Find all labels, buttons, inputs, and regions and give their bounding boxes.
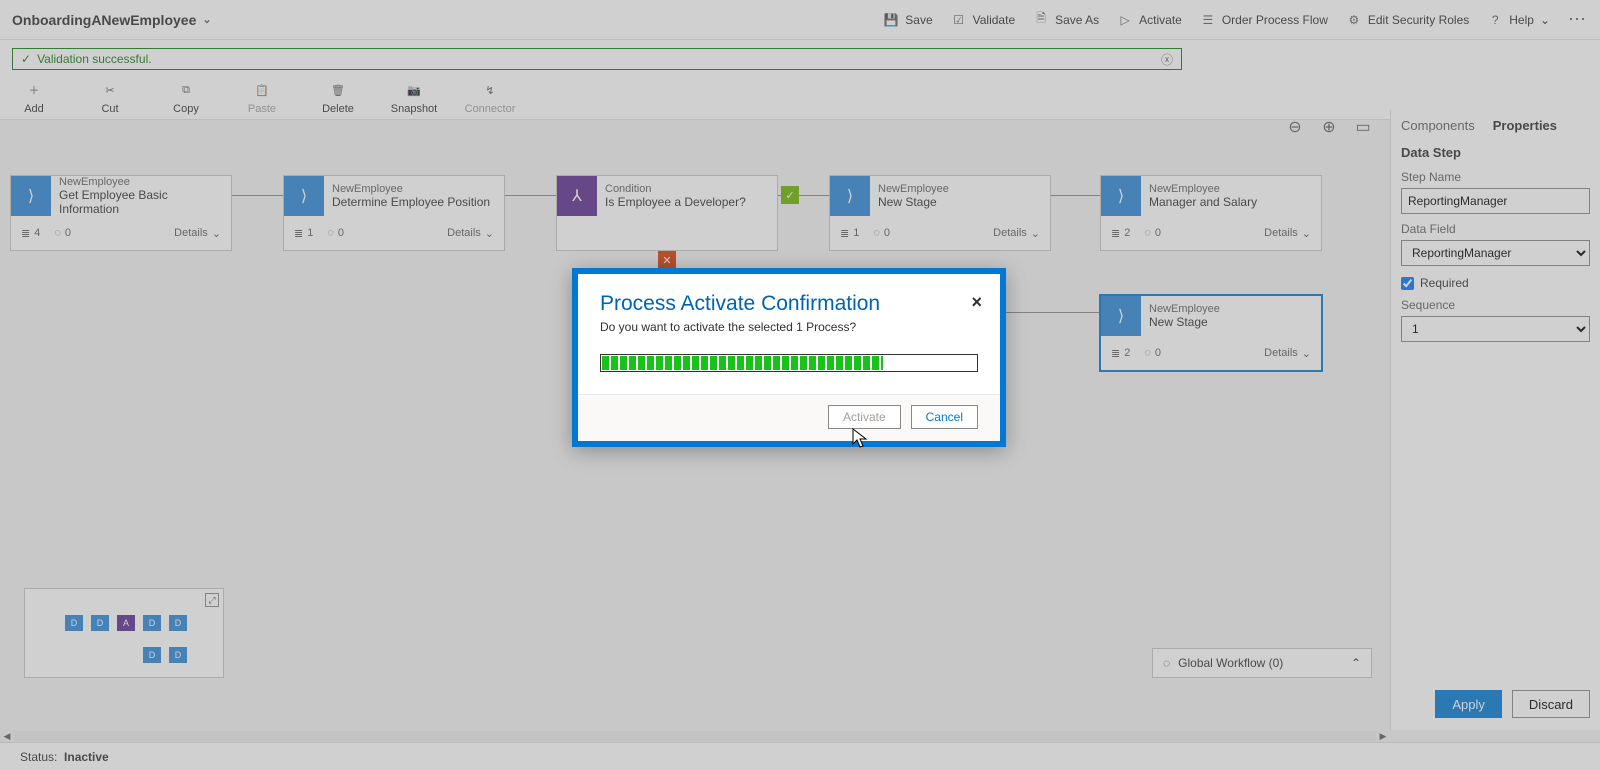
progress-fill [602, 356, 883, 370]
close-dialog-icon[interactable]: × [971, 292, 982, 313]
dialog-subtitle: Do you want to activate the selected 1 P… [600, 320, 978, 334]
dialog-cancel-button[interactable]: Cancel [911, 405, 978, 429]
progress-bar [600, 354, 978, 372]
dialog-title: Process Activate Confirmation [600, 292, 978, 316]
dialog-buttons: Activate Cancel [578, 394, 1000, 441]
dialog-activate-button[interactable]: Activate [828, 405, 901, 429]
activate-confirmation-dialog: × Process Activate Confirmation Do you w… [572, 268, 1006, 447]
